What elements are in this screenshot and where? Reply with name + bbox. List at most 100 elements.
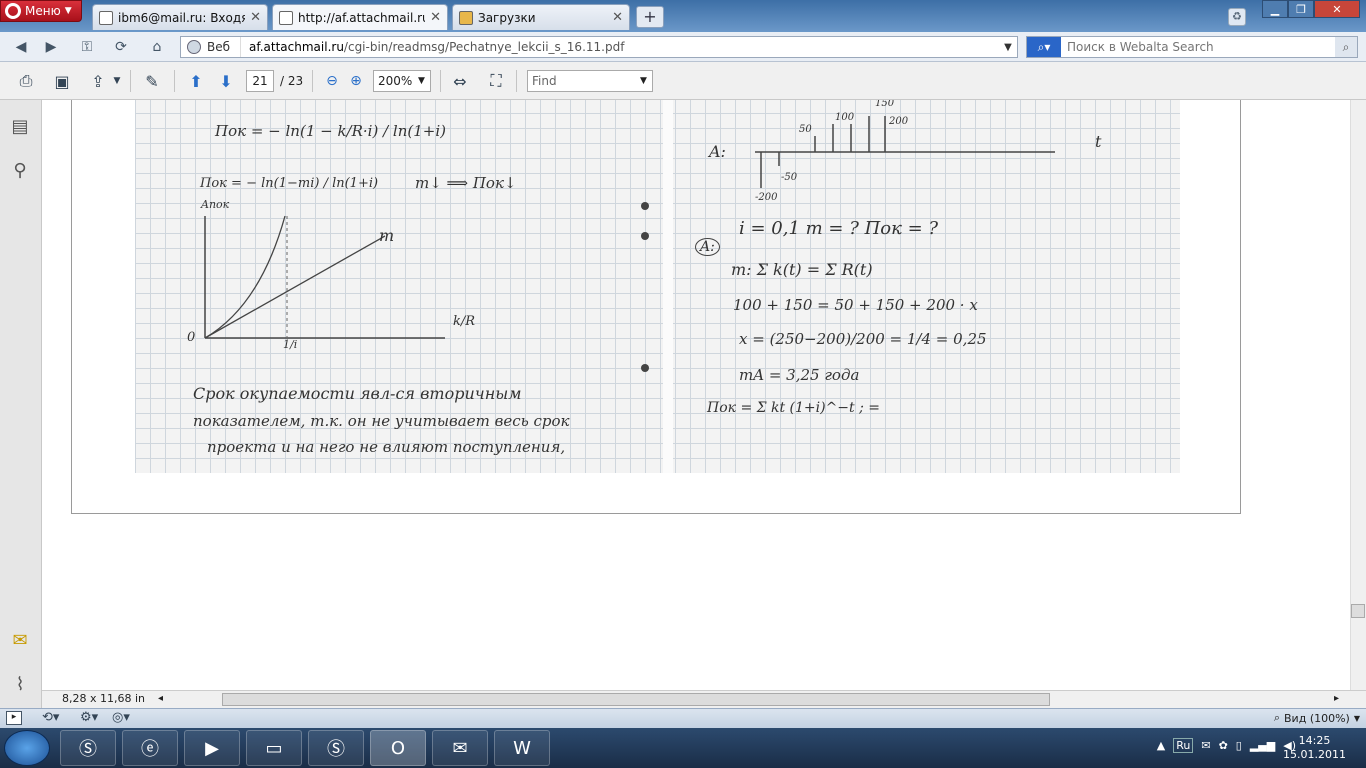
fit-width-icon[interactable]: ⇔ bbox=[448, 70, 472, 92]
mail-favicon-icon bbox=[99, 10, 113, 25]
clock-date: 15.01.2011 bbox=[1283, 748, 1346, 761]
close-window-button[interactable]: ✕ bbox=[1314, 0, 1360, 18]
icq-icon[interactable]: ✿ bbox=[1219, 739, 1228, 752]
find-placeholder: Find bbox=[532, 74, 557, 88]
back-button[interactable]: ◀ bbox=[8, 36, 34, 58]
search-engine-icon[interactable]: ⌕▾ bbox=[1027, 37, 1061, 57]
chevron-down-icon[interactable]: ▼ bbox=[112, 70, 122, 92]
reload-button[interactable]: ⟳ bbox=[108, 36, 134, 58]
search-input[interactable] bbox=[1061, 40, 1335, 54]
opera-icon[interactable]: O bbox=[370, 730, 426, 766]
left-nav-panel: ▤ ⚲ ✉ ⌇ bbox=[0, 100, 42, 708]
find-input[interactable]: Find ▼ bbox=[527, 70, 653, 92]
close-tab-icon[interactable]: ✕ bbox=[430, 10, 441, 25]
paperclip-icon[interactable]: ⌇ bbox=[8, 672, 32, 696]
key-icon[interactable]: ⚿ bbox=[74, 36, 100, 58]
chevron-down-icon: ▼ bbox=[418, 76, 425, 86]
binder-hole bbox=[641, 232, 649, 240]
word-icon[interactable]: W bbox=[494, 730, 550, 766]
binder-hole bbox=[641, 202, 649, 210]
chevron-down-icon[interactable]: ▼ bbox=[999, 42, 1017, 53]
print-icon[interactable]: ⎙ bbox=[14, 70, 38, 92]
forward-button[interactable]: ▶ bbox=[38, 36, 64, 58]
opera-bottom-bar: ▸ ⟲▾ ⚙▾ ◎▾ ⌕ Вид (100%) ▼ bbox=[0, 708, 1366, 728]
cashflow-axis-t: t bbox=[1095, 132, 1102, 151]
skype-tray-icon[interactable]: Ⓢ bbox=[308, 730, 364, 766]
arrow-up-icon[interactable]: ⬆ bbox=[184, 70, 208, 92]
implication-text: m↓ ⟹ Пок↓ bbox=[415, 174, 517, 192]
comment-icon[interactable]: ✎ bbox=[140, 70, 164, 92]
zoom-out-icon[interactable]: ⊖ bbox=[320, 70, 344, 92]
scrollbar-thumb[interactable] bbox=[1351, 604, 1365, 618]
zoom-icon: ⌕ bbox=[1273, 711, 1281, 724]
tab-pdf[interactable]: http://af.attachmail.ru.... ✕ bbox=[272, 4, 448, 30]
close-tab-icon[interactable]: ✕ bbox=[612, 10, 623, 25]
binoculars-icon[interactable]: ⚲ bbox=[8, 158, 32, 182]
opera-menu-button[interactable]: Меню ▼ bbox=[0, 0, 82, 22]
url-host: af.attachmail.ru bbox=[249, 40, 344, 54]
zoom-in-icon[interactable]: ⊕ bbox=[344, 70, 368, 92]
equation-2: 100 + 150 = 50 + 150 + 200 · x bbox=[733, 296, 978, 314]
tray-expand-icon[interactable]: ▲ bbox=[1157, 739, 1165, 752]
pages-icon[interactable]: ▤ bbox=[8, 114, 32, 138]
new-tab-button[interactable]: + bbox=[636, 6, 664, 28]
equation-3: x = (250−200)/200 = 1/4 = 0,25 bbox=[739, 330, 987, 348]
language-indicator[interactable]: Ru bbox=[1173, 738, 1194, 753]
equation-4: mA = 3,25 года bbox=[739, 366, 860, 384]
explorer-folder-icon[interactable]: ▭ bbox=[246, 730, 302, 766]
zoom-select[interactable]: 200% ▼ bbox=[373, 70, 431, 92]
share-icon[interactable]: ⇪ bbox=[86, 70, 110, 92]
horizontal-scrollbar[interactable] bbox=[222, 693, 1050, 706]
opera-logo-icon bbox=[5, 3, 21, 19]
device-icon[interactable]: ▯ bbox=[1236, 739, 1242, 752]
panel-toggle-icon[interactable]: ▸ bbox=[6, 711, 22, 725]
maximize-button[interactable]: ❐ bbox=[1288, 0, 1314, 18]
formula-payback-2: Пок = − ln(1−mi) / ln(1+i) bbox=[200, 176, 379, 191]
chevron-left-icon[interactable]: ◂ bbox=[158, 693, 163, 704]
system-tray: ▲ Ru ✉ ✿ ▯ ▂▄▆ ◀) bbox=[1157, 738, 1296, 753]
cashflow-value: 50 bbox=[799, 124, 812, 135]
mail-notify-icon[interactable]: ✉ bbox=[1201, 739, 1210, 752]
clock[interactable]: 14:25 15.01.2011 bbox=[1283, 734, 1346, 762]
signal-icon[interactable]: ▂▄▆ bbox=[1250, 739, 1275, 752]
media-player-icon[interactable]: ▶ bbox=[184, 730, 240, 766]
tab-downloads[interactable]: Загрузки ✕ bbox=[452, 4, 630, 30]
formula-payback-1: Пок = − ln(1 − k/R·i) / ln(1+i) bbox=[215, 122, 446, 140]
comments-icon[interactable]: ✉ bbox=[8, 628, 32, 652]
separator bbox=[174, 70, 175, 92]
view-zoom-control[interactable]: ⌕ Вид (100%) ▼ bbox=[1274, 711, 1360, 725]
arrow-down-icon[interactable]: ⬇ bbox=[214, 70, 238, 92]
opera-menu-label: Меню bbox=[25, 4, 61, 18]
pdf-toolbar: ⎙ ▣ ⇪ ▼ ✎ ⬆ ⬇ 21 / 23 ⊖ ⊕ 200% ▼ ⇔ ⛶ Fin… bbox=[0, 62, 1366, 100]
trash-icon[interactable]: ♻ bbox=[1228, 8, 1246, 26]
scanned-notebook-image: Пок = − ln(1 − k/R·i) / ln(1+i) Пок = − … bbox=[135, 100, 1180, 473]
skype-icon[interactable]: Ⓢ bbox=[60, 730, 116, 766]
vertical-scrollbar[interactable] bbox=[1350, 100, 1366, 690]
home-button[interactable]: ⌂ bbox=[144, 36, 170, 58]
tab-mail[interactable]: ibm6@mail.ru: Входя... ✕ bbox=[92, 4, 268, 30]
internet-explorer-icon[interactable]: ⓔ bbox=[122, 730, 178, 766]
turbo-icon[interactable]: ◎▾ bbox=[112, 710, 130, 725]
graph-origin: 0 bbox=[187, 330, 196, 345]
page-size-label: 8,28 x 11,68 in bbox=[62, 692, 146, 705]
search-icon[interactable]: ⌕ bbox=[1335, 37, 1357, 57]
cashflow-value: 100 bbox=[835, 112, 855, 123]
sync-icon[interactable]: ⟲▾ bbox=[42, 710, 59, 725]
url-text[interactable]: af.attachmail.ru/cgi-bin/readmsg/Pechatn… bbox=[241, 40, 624, 54]
mail-agent-icon[interactable]: ✉ bbox=[432, 730, 488, 766]
save-icon[interactable]: ▣ bbox=[50, 70, 74, 92]
network-icon[interactable]: ⚙▾ bbox=[80, 710, 98, 725]
close-tab-icon[interactable]: ✕ bbox=[250, 10, 261, 25]
minimize-button[interactable]: ▁ bbox=[1262, 0, 1288, 18]
clock-time: 14:25 bbox=[1298, 734, 1331, 747]
address-bar[interactable]: Веб af.attachmail.ru/cgi-bin/readmsg/Pec… bbox=[180, 36, 1018, 58]
start-button[interactable] bbox=[4, 730, 50, 766]
page-number-input[interactable]: 21 bbox=[246, 70, 274, 92]
pdf-status-bar: 8,28 x 11,68 in ◂ ▸ bbox=[42, 690, 1366, 708]
chevron-down-icon[interactable]: ▼ bbox=[640, 76, 652, 86]
chevron-right-icon[interactable]: ▸ bbox=[1334, 693, 1339, 704]
fit-page-icon[interactable]: ⛶ bbox=[484, 70, 508, 92]
equation-5: Пок = Σ kt (1+i)^−t ; = bbox=[707, 400, 881, 416]
document-viewport: Пок = − ln(1 − k/R·i) / ln(1+i) Пок = − … bbox=[42, 100, 1350, 690]
chevron-down-icon: ▼ bbox=[1353, 713, 1360, 723]
